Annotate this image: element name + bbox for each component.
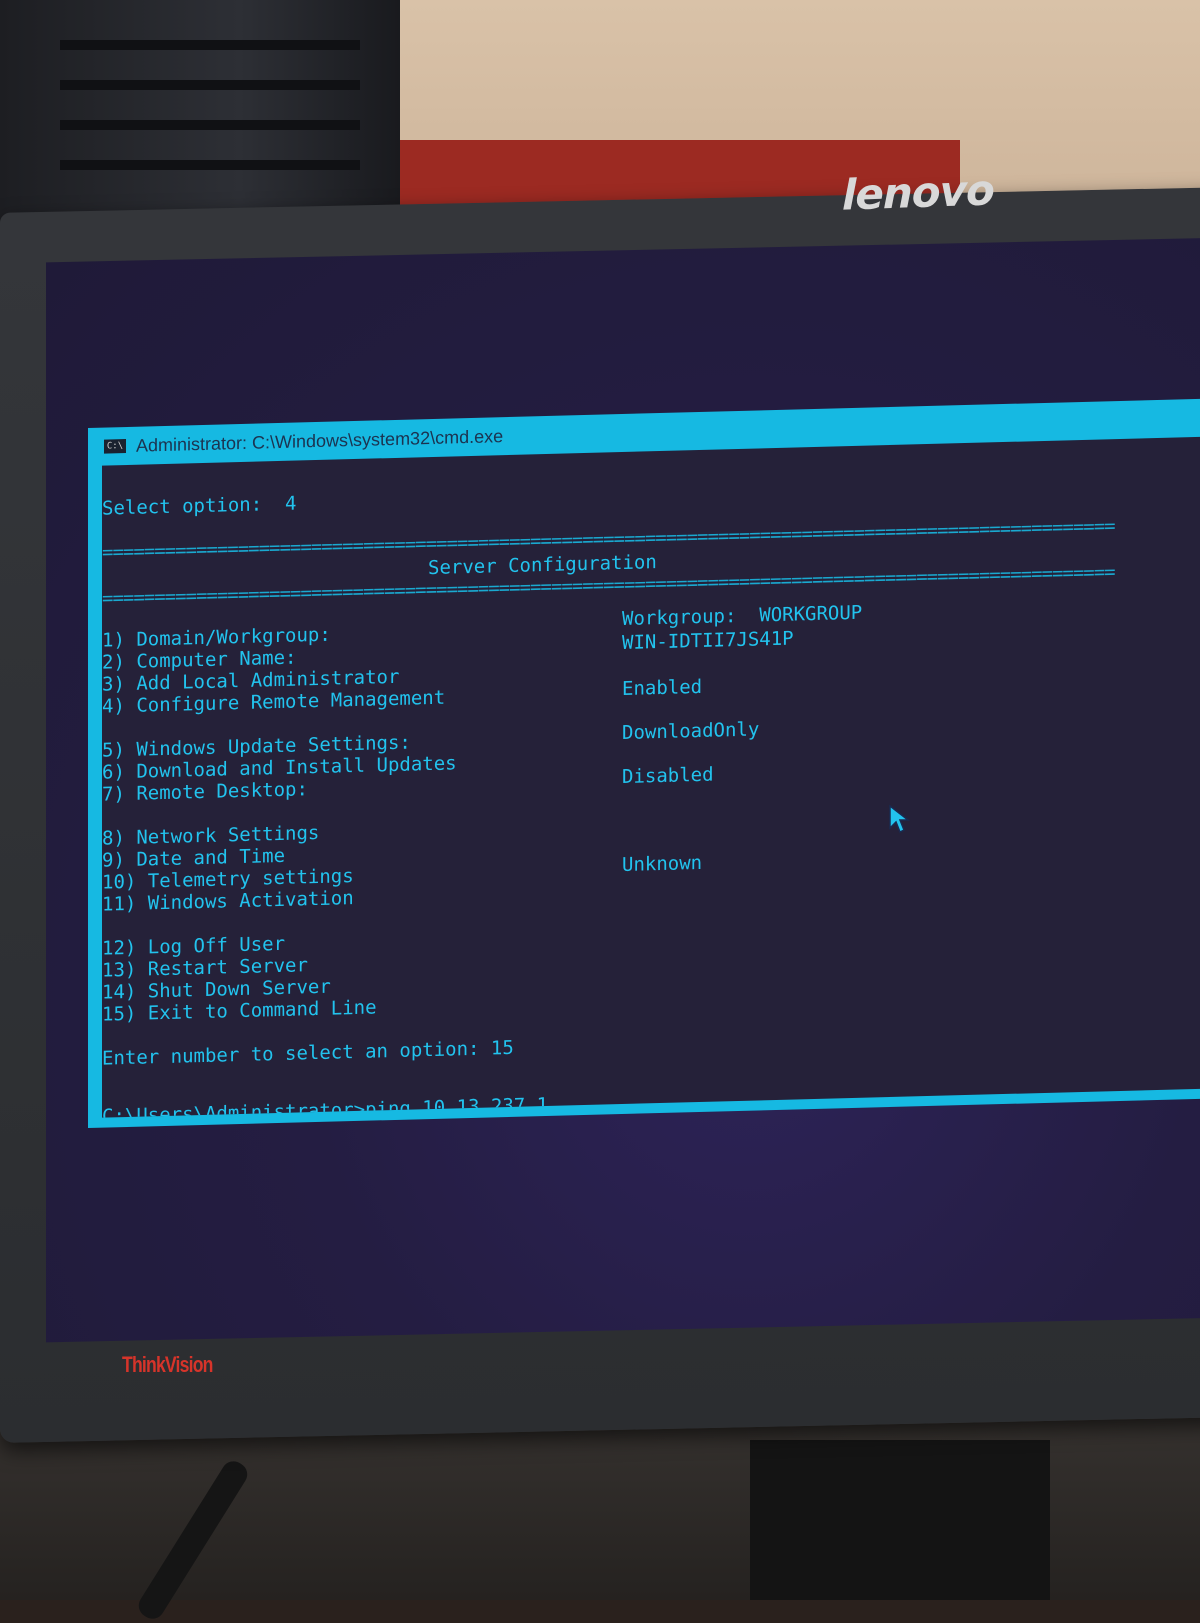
console-area[interactable]: Select option: 4 =======================…: [102, 436, 1200, 1118]
windows-update-value: DownloadOnly: [622, 718, 760, 745]
remote-management-value: Enabled: [622, 675, 703, 701]
rack-slot: [60, 40, 360, 50]
cmd-window[interactable]: C:\ Administrator: C:\Windows\system32\c…: [88, 398, 1200, 1129]
monitor-stand: [750, 1440, 1050, 1600]
rack-slot: [60, 80, 360, 90]
domain-workgroup-value: Workgroup: WORKGROUP: [622, 601, 863, 631]
cmd-app-icon[interactable]: C:\: [104, 439, 126, 454]
telemetry-value: Unknown: [622, 851, 703, 877]
remote-desktop-value: Disabled: [622, 763, 714, 789]
rack-slot: [60, 120, 360, 130]
monitor-model-logo: ThinkVision: [122, 1352, 213, 1377]
enter-option-prompt: Enter number to select an option: 15: [102, 1036, 514, 1070]
command-line-input[interactable]: C:\Users\Administrator>ping 10.13.237.1: [102, 1094, 548, 1118]
monitor-brand-logo: lenovo: [842, 165, 994, 220]
select-option-prompt: Select option: 4: [102, 492, 297, 520]
server-rack: [0, 0, 400, 230]
mouse-pointer-icon: [889, 804, 910, 834]
menu-item-remote-desktop: 7) Remote Desktop:: [102, 778, 308, 806]
computer-name-value: WIN-IDTII7JS41P: [622, 627, 794, 655]
menu-item-network-settings: 8) Network Settings: [102, 821, 320, 850]
rack-slot: [60, 160, 360, 170]
window-title: Administrator: C:\Windows\system32\cmd.e…: [136, 425, 504, 456]
